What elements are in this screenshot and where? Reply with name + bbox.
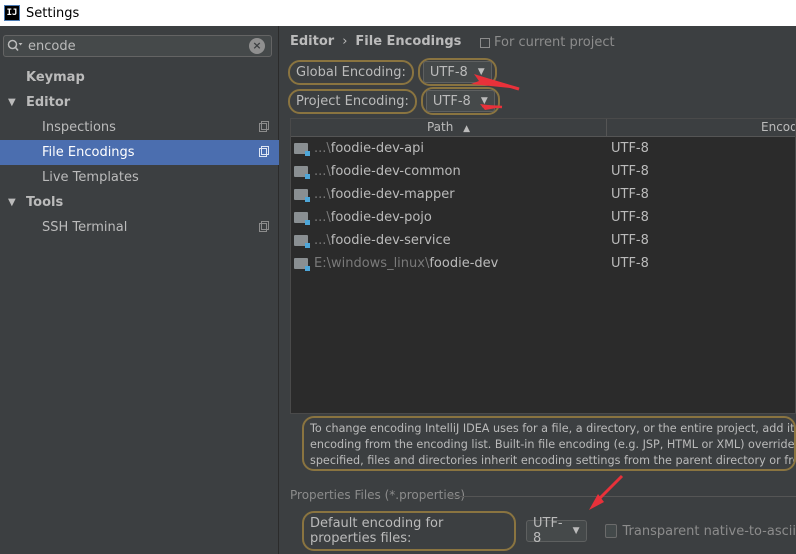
module-folder-icon (294, 235, 310, 248)
row-encoding[interactable]: UTF-8 (611, 210, 649, 225)
scope-label: For current project (494, 35, 615, 50)
project-encoding-value: UTF-8 (432, 93, 471, 109)
breadcrumb: Editor › File Encodings (290, 34, 461, 49)
table-row[interactable]: ...\ foodie-dev-common UTF-8 (291, 160, 795, 183)
global-encoding-row: Global Encoding: UTF-8 ▼ (288, 58, 497, 86)
global-encoding-value: UTF-8 (429, 64, 468, 80)
row-encoding[interactable]: UTF-8 (611, 164, 649, 179)
sort-ascending-icon: ▲ (463, 124, 471, 134)
sidebar-item-keymap[interactable]: Keymap (0, 65, 279, 90)
sidebar-item-label: SSH Terminal (42, 220, 128, 235)
table-row[interactable]: ...\ foodie-dev-mapper UTF-8 (291, 183, 795, 206)
row-encoding[interactable]: UTF-8 (611, 256, 649, 271)
row-encoding[interactable]: UTF-8 (611, 187, 649, 202)
table-row[interactable]: ...\ foodie-dev-api UTF-8 (291, 137, 795, 160)
chevron-down-icon: ▼ (572, 526, 580, 536)
project-scope-icon (480, 37, 490, 48)
chevron-down-icon: ▼ (477, 67, 485, 77)
breadcrumb-current: File Encodings (355, 34, 462, 49)
settings-sidebar: encode × Keymap ▼ Editor Inspections Fil… (0, 26, 279, 554)
module-folder-icon (294, 189, 310, 202)
column-header-encoding[interactable]: Encoding (607, 119, 795, 136)
clear-search-icon[interactable]: × (249, 38, 265, 54)
sidebar-item-label: File Encodings (42, 145, 135, 160)
global-encoding-highlight: UTF-8 ▼ (417, 58, 497, 86)
module-folder-icon (294, 143, 310, 156)
row-encoding[interactable]: UTF-8 (611, 141, 649, 156)
sidebar-item-label: Keymap (26, 70, 85, 85)
sidebar-item-label: Tools (26, 195, 64, 210)
search-input[interactable]: encode (28, 39, 249, 54)
table-row[interactable]: E:\windows_linux\ foodie-dev UTF-8 (291, 252, 795, 275)
sidebar-item-label: Live Templates (42, 170, 139, 185)
transparent-native-to-ascii-label[interactable]: Transparent native-to-ascii (623, 524, 796, 539)
project-scope-icon (259, 121, 269, 132)
sidebar-item-label: Inspections (42, 120, 116, 135)
project-folder-icon (294, 258, 310, 271)
sidebar-item-tools[interactable]: ▼ Tools (0, 190, 279, 215)
properties-encoding-label: Default encoding for properties files: (302, 511, 516, 551)
intellij-app-icon: IJ (4, 5, 20, 21)
scope-note: For current project (480, 35, 615, 50)
global-encoding-label: Global Encoding: (288, 59, 414, 85)
project-encoding-row: Project Encoding: UTF-8 ▼ (288, 87, 500, 115)
expanded-arrow-icon[interactable]: ▼ (8, 97, 18, 108)
project-scope-icon (259, 146, 269, 157)
project-encoding-dropdown[interactable]: UTF-8 ▼ (425, 90, 495, 112)
search-icon[interactable] (4, 36, 26, 56)
properties-section-title: Properties Files (*.properties) (290, 488, 466, 502)
column-header-path[interactable]: Path ▲ (291, 119, 607, 136)
path-encoding-table[interactable]: Path ▲ Encoding ...\foodie-dev-api UTF-8… (290, 118, 796, 414)
title-bar: IJ Settings (0, 0, 796, 26)
chevron-down-icon: ▼ (480, 96, 488, 106)
row-encoding[interactable]: UTF-8 (611, 233, 649, 248)
section-divider (448, 496, 796, 497)
table-header: Path ▲ Encoding (291, 119, 795, 137)
table-row[interactable]: ...\ foodie-dev-pojo UTF-8 (291, 206, 795, 229)
module-folder-icon (294, 166, 310, 179)
sidebar-item-editor[interactable]: ▼ Editor (0, 90, 279, 115)
window-title: Settings (26, 5, 80, 21)
sidebar-item-file-encodings[interactable]: File Encodings (0, 140, 279, 165)
settings-main-panel: Editor › File Encodings For current proj… (280, 26, 796, 554)
project-encoding-highlight: UTF-8 ▼ (420, 87, 500, 115)
settings-search-field[interactable]: encode × (3, 35, 272, 57)
sidebar-item-live-templates[interactable]: Live Templates (0, 165, 279, 190)
sidebar-item-inspections[interactable]: Inspections (0, 115, 279, 140)
breadcrumb-root: Editor (290, 34, 335, 49)
properties-encoding-dropdown[interactable]: UTF-8 ▼ (526, 516, 587, 546)
sidebar-item-label: Editor (26, 95, 71, 110)
table-row[interactable]: ...\ foodie-dev-service UTF-8 (291, 229, 795, 252)
breadcrumb-separator: › (342, 34, 348, 49)
transparent-native-to-ascii-checkbox[interactable] (604, 524, 617, 538)
properties-encoding-value: UTF-8 (533, 516, 563, 546)
encoding-help-text: To change encoding IntelliJ IDEA uses fo… (302, 416, 796, 471)
module-folder-icon (294, 212, 310, 225)
properties-encoding-row: Default encoding for properties files: U… (302, 511, 796, 551)
project-encoding-label: Project Encoding: (288, 88, 417, 114)
sidebar-item-ssh-terminal[interactable]: SSH Terminal (0, 215, 279, 240)
expanded-arrow-icon[interactable]: ▼ (8, 197, 18, 208)
project-scope-icon (259, 221, 269, 232)
global-encoding-dropdown[interactable]: UTF-8 ▼ (422, 61, 492, 83)
